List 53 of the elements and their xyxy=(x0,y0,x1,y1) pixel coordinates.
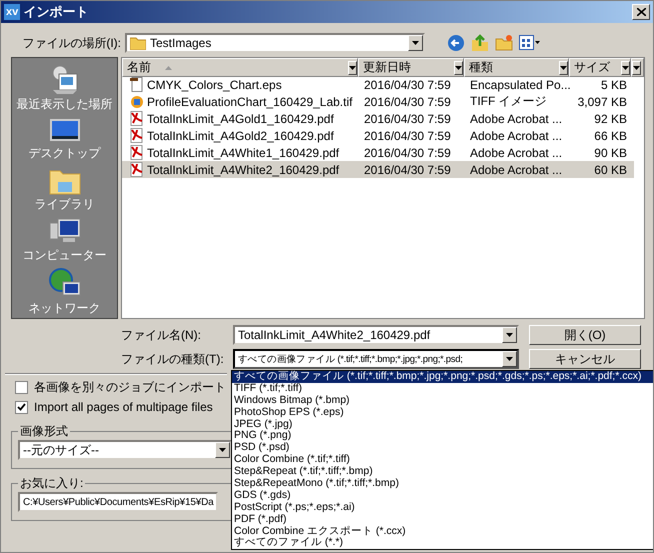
group-title: 画像形式 xyxy=(19,423,69,440)
place-item[interactable]: 最近表示した場所 xyxy=(16,64,112,113)
column-header[interactable]: 更新日時 xyxy=(358,58,464,77)
caret-icon xyxy=(412,41,419,45)
filetype-label: ファイルの種類(T): xyxy=(121,350,225,368)
filename-field[interactable]: TotalInkLimit_A4White2_160429.pdf xyxy=(233,325,519,345)
folder-icon xyxy=(130,36,146,50)
checkbox[interactable] xyxy=(15,400,28,414)
document-file-icon xyxy=(130,77,144,92)
file-row[interactable]: TotalInkLimit_A4Gold1_160429.pdf 2016/04/30 7:59 Adobe Acrobat ... 92 KB xyxy=(122,110,634,127)
pdf-file-icon xyxy=(130,145,144,160)
file-row[interactable]: CMYK_Colors_Chart.eps 2016/04/30 7:59 Encapsulated Po... 5 KB xyxy=(122,76,634,93)
caret-icon xyxy=(560,66,567,70)
location-combo[interactable]: TestImages xyxy=(125,33,425,53)
filetype-combo[interactable]: すべての画像ファイル (*.tif;*.tiff;*.bmp;*.jpg;*.png;*.psd; xyxy=(233,349,519,369)
checkmark-icon xyxy=(17,403,26,411)
place-item[interactable]: コンピューター xyxy=(22,217,106,264)
caret-icon xyxy=(455,66,462,70)
view-menu-icon[interactable] xyxy=(519,35,541,51)
image-format-select[interactable]: --元のサイズ-- xyxy=(18,440,232,460)
back-icon[interactable] xyxy=(447,34,465,52)
filename-label: ファイル名(N): xyxy=(121,326,202,344)
checkbox-label: Import all pages of multipage files xyxy=(34,400,213,414)
close-icon xyxy=(636,8,646,16)
file-row[interactable]: TotalInkLimit_A4White1_160429.pdf 2016/04/30 7:59 Adobe Acrobat ... 90 KB xyxy=(122,144,634,161)
window-title: インポート xyxy=(23,3,90,21)
app-logo: xv xyxy=(4,4,20,20)
place-item[interactable]: デスクトップ xyxy=(28,117,100,162)
pdf-file-icon xyxy=(130,111,144,126)
column-header[interactable]: サイズ xyxy=(569,58,631,77)
caret-icon xyxy=(349,66,356,70)
checkbox-label: 各画像を別々のジョブにインポート xyxy=(34,378,226,396)
open-button[interactable]: 開く(O) xyxy=(529,325,641,345)
favorites-field[interactable]: C:¥Users¥Public¥Documents¥EsRip¥15¥Da xyxy=(18,492,218,512)
caret-icon xyxy=(219,448,226,452)
filetype-option[interactable]: すべての画像ファイル (*.tif;*.tiff;*.bmp;*.jpg;*.png;*.psd;*.gds;*.ps;*.eps;*.ai;*.pdf;*.ccx) xyxy=(232,371,653,383)
caret-icon xyxy=(506,357,513,361)
file-row[interactable]: TotalInkLimit_A4White2_160429.pdf 2016/04/30 7:59 Adobe Acrobat ... 60 KB xyxy=(122,161,634,178)
close-button[interactable] xyxy=(632,4,650,20)
location-label: ファイルの場所(I): xyxy=(21,34,122,52)
image-file-icon xyxy=(130,94,144,109)
place-item[interactable]: ライブラリ xyxy=(34,166,94,213)
pdf-file-icon xyxy=(130,128,144,143)
file-row[interactable]: TotalInkLimit_A4Gold2_160429.pdf 2016/04/30 7:59 Adobe Acrobat ... 66 KB xyxy=(122,127,634,144)
group-title: お気に入り: xyxy=(19,475,84,492)
column-header[interactable]: 種類 xyxy=(464,58,569,77)
caret-icon xyxy=(506,333,513,337)
column-header[interactable]: 名前 xyxy=(122,58,358,77)
checkbox[interactable] xyxy=(15,380,28,394)
file-row[interactable]: ProfileEvaluationChart_160429_Lab.tif 2016/04/30 7:59 TIFF イメージ 3,097 KB xyxy=(122,93,634,110)
place-item[interactable]: ネットワーク xyxy=(28,268,100,317)
cancel-button[interactable]: キャンセル xyxy=(529,349,641,369)
pdf-file-icon xyxy=(130,162,144,177)
